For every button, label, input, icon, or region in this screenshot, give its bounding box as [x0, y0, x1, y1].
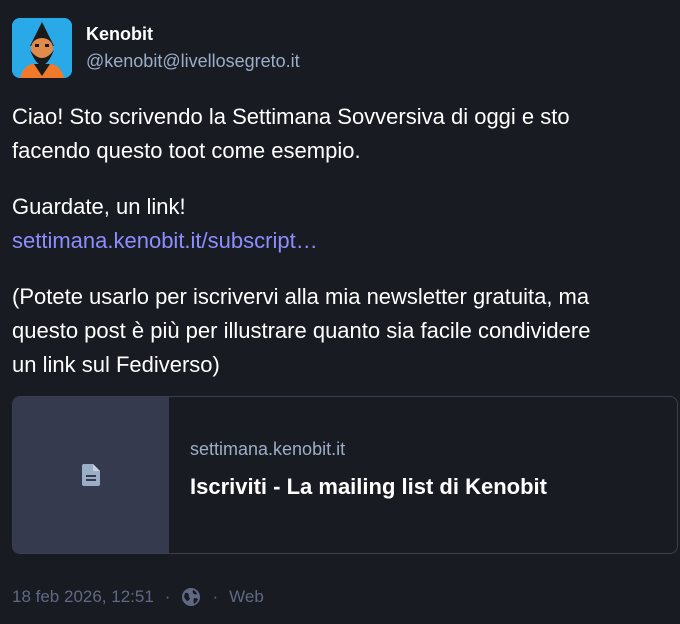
globe-icon [181, 587, 201, 607]
paragraph-2: Guardate, un link! settimana.kenobit.it/… [12, 190, 672, 258]
text-line: facendo questo toot come esempio. [12, 138, 361, 163]
separator: · [212, 587, 219, 606]
status: Kenobit @kenobit@livellosegreto.it Ciao!… [0, 0, 680, 624]
card-title[interactable]: Iscriviti - La mailing list di Kenobit [190, 474, 547, 500]
text-line: un link sul Fediverso) [12, 352, 220, 377]
status-content: Ciao! Sto scrivendo la Settimana Sovvers… [12, 100, 672, 382]
status-meta: 18 feb 2026, 12:51 · · Web [12, 586, 264, 608]
separator: · [164, 587, 171, 606]
text-line: Ciao! Sto scrivendo la Settimana Sovvers… [12, 104, 570, 129]
timestamp[interactable]: 18 feb 2026, 12:51 [12, 586, 154, 608]
card-body: settimana.kenobit.it Iscriviti - La mail… [190, 397, 665, 553]
text-line: questo post è più per illustrare quanto … [12, 318, 591, 343]
document-icon [82, 464, 100, 486]
application-name: Web [229, 587, 264, 606]
display-name[interactable]: Kenobit [86, 23, 153, 45]
avatar[interactable] [12, 18, 72, 78]
paragraph-3: (Potete usarlo per iscrivervi alla mia n… [12, 280, 672, 382]
card-host: settimana.kenobit.it [190, 439, 346, 459]
text-line: Guardate, un link! [12, 194, 186, 219]
card-thumbnail [13, 397, 169, 553]
bearded-man-avatar-icon [12, 18, 72, 78]
subscribe-link[interactable]: settimana.kenobit.it/subscript… [12, 228, 318, 253]
paragraph-1: Ciao! Sto scrivendo la Settimana Sovvers… [12, 100, 672, 168]
account-handle[interactable]: @kenobit@livellosegreto.it [86, 50, 300, 72]
text-line: (Potete usarlo per iscrivervi alla mia n… [12, 284, 590, 309]
link-preview-card[interactable]: settimana.kenobit.it Iscriviti - La mail… [12, 396, 678, 554]
